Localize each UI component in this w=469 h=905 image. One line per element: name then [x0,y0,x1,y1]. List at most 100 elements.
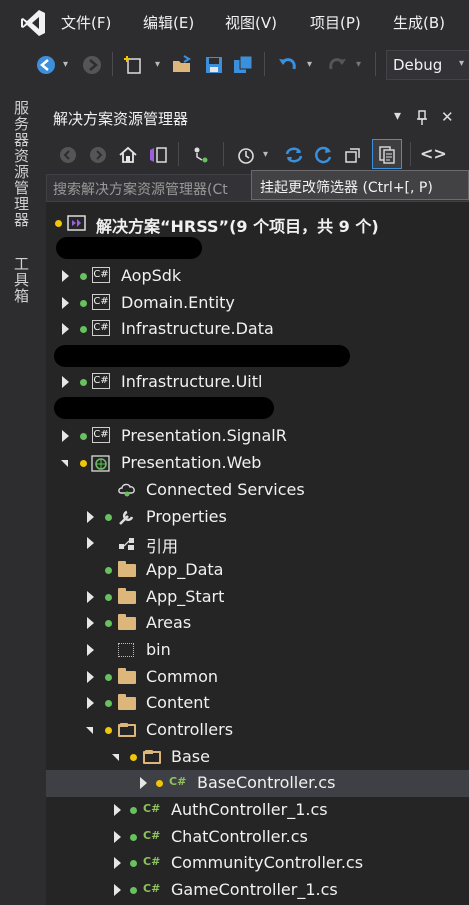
status-dot [105,700,112,707]
sync-icon[interactable] [284,145,304,165]
tree-item[interactable]: bin [46,637,469,664]
csharp-project-icon: C# [92,373,110,389]
expand-arrow-icon[interactable] [62,376,69,388]
tree-item[interactable]: Common [46,664,469,691]
history-dropdown-icon[interactable]: ▾ [263,149,268,160]
history-icon[interactable] [236,145,256,165]
expand-arrow-icon[interactable] [87,537,94,549]
collapse-all-icon[interactable] [344,145,364,165]
tree-item-label: bin [146,640,171,659]
status-dot [80,273,87,280]
expand-arrow-icon[interactable] [62,323,69,335]
expand-arrow-icon[interactable] [114,857,121,869]
expand-arrow-icon[interactable] [87,697,94,709]
switch-views-icon[interactable] [148,145,168,165]
back-icon[interactable] [58,145,78,165]
expand-arrow-icon[interactable] [87,511,94,523]
references-icon [119,538,134,550]
tree-item[interactable]: Connected Services [46,477,469,504]
solution-configuration-select[interactable]: Debug [386,50,469,80]
expand-arrow-icon[interactable] [62,270,69,282]
tree-item[interactable]: App_Data [46,557,469,584]
expand-arrow-icon[interactable] [114,831,121,843]
project-node[interactable]: C# Infrastructure.Data [46,316,469,343]
collapse-arrow-icon[interactable] [112,754,119,761]
save-all-icon[interactable] [233,55,253,75]
tree-item-selected[interactable]: C# BaseController.cs [46,770,469,797]
collapse-arrow-icon[interactable] [86,727,93,734]
window-position-dropdown-icon[interactable]: ▾ [394,108,401,124]
expand-arrow-icon[interactable] [87,644,94,656]
project-node[interactable]: C# AopSdk [46,263,469,290]
tree-item-label: Base [171,747,210,766]
refresh-icon[interactable] [314,145,334,165]
menu-project[interactable]: 项目(P) [310,12,361,33]
menu-view[interactable]: 视图(V) [225,12,277,33]
expand-arrow-icon[interactable] [87,671,94,683]
project-node[interactable]: C# Domain.Entity [46,290,469,317]
redacted-block [56,237,202,259]
expand-arrow-icon[interactable] [62,297,69,309]
tree-item[interactable]: C# CommunityController.cs [46,850,469,877]
close-icon[interactable]: ✕ [441,108,454,126]
tree-item-label: AuthController_1.cs [171,800,328,819]
solution-icon [67,215,86,231]
menu-build[interactable]: 生成(B) [393,12,445,33]
project-node-web[interactable]: Presentation.Web [46,450,469,477]
open-folder-icon [118,723,136,737]
tree-item[interactable]: C# ChatController.cs [46,824,469,851]
tree-item[interactable]: C# AuthController_1.cs [46,797,469,824]
back-dropdown-icon[interactable]: ▾ [63,59,68,70]
pending-changes-icon[interactable] [191,145,211,165]
status-dot [105,727,112,734]
folder-icon [118,694,136,710]
tree-item[interactable]: Content [46,690,469,717]
tree-item-label: BaseController.cs [197,773,336,792]
tree-item[interactable]: Properties [46,504,469,531]
code-view-icon[interactable]: <> [420,144,447,163]
project-node[interactable]: C# Infrastructure.Uitl [46,369,469,396]
pin-icon[interactable] [416,110,428,126]
server-explorer-tab[interactable]: 服务器资源管理器 [10,100,32,228]
new-project-icon[interactable] [124,55,144,75]
redo-dropdown-icon[interactable]: ▾ [356,59,361,70]
navigate-forward-icon[interactable] [82,55,102,75]
configuration-dropdown-icon[interactable]: ▾ [459,58,464,69]
expand-arrow-icon[interactable] [114,884,121,896]
redo-icon[interactable] [327,55,347,75]
expand-arrow-icon[interactable] [87,591,94,603]
redacted-block [54,345,350,367]
project-node[interactable]: C# Presentation.SignalR [46,423,469,450]
status-dot [130,834,137,841]
tree-item[interactable]: Controllers [46,717,469,744]
forward-icon[interactable] [88,145,108,165]
collapse-arrow-icon[interactable] [61,460,68,467]
tree-item[interactable]: Base [46,744,469,771]
menu-edit[interactable]: 编辑(E) [143,12,194,33]
open-file-icon[interactable] [172,55,192,75]
menu-file[interactable]: 文件(F) [61,12,111,33]
expand-arrow-icon[interactable] [87,617,94,629]
status-dot [105,514,112,521]
undo-icon[interactable] [278,55,298,75]
status-dot [130,887,137,894]
tree-item[interactable]: Areas [46,610,469,637]
status-dot [130,754,137,761]
folder-icon [118,588,136,604]
expand-arrow-icon[interactable] [140,777,147,789]
home-icon[interactable] [118,145,138,165]
navigate-back-icon[interactable] [36,55,56,75]
solution-node[interactable]: 解决方案“HRSS”(9 个项目，共 9 个) [46,210,469,237]
undo-dropdown-icon[interactable]: ▾ [307,59,312,70]
expand-arrow-icon[interactable] [62,430,69,442]
tree-item-label: App_Start [146,587,225,606]
save-icon[interactable] [204,55,224,75]
tree-item[interactable]: 引用 [46,530,469,557]
tree-item[interactable]: App_Start [46,584,469,611]
expand-arrow-icon[interactable] [114,804,121,816]
new-dropdown-icon[interactable]: ▾ [155,59,160,70]
folder-icon [118,561,136,577]
tree-item[interactable]: C# GameController_1.cs [46,877,469,904]
search-placeholder: 搜索解决方案资源管理器(Ct [53,182,228,198]
toolbox-tab[interactable]: 工具箱 [10,256,32,304]
